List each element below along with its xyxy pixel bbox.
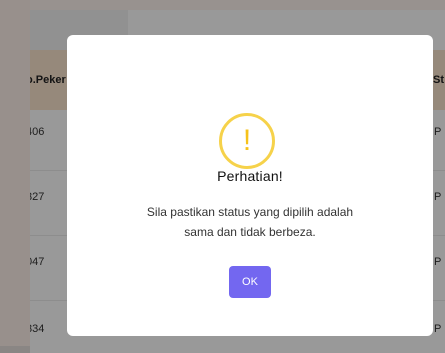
dialog-message-line-2: sama dan tidak berbeza. — [184, 225, 316, 239]
dialog-title: Perhatian! — [217, 168, 283, 184]
dialog-message: Sila pastikan status yang dipilih adalah… — [107, 202, 393, 242]
exclamation-circle-icon: ! — [219, 113, 275, 169]
ok-button[interactable]: OK — [229, 266, 271, 298]
dialog-message-line-1: Sila pastikan status yang dipilih adalah — [146, 205, 354, 219]
alert-dialog: ! Perhatian! Sila pastikan status yang d… — [67, 35, 433, 336]
